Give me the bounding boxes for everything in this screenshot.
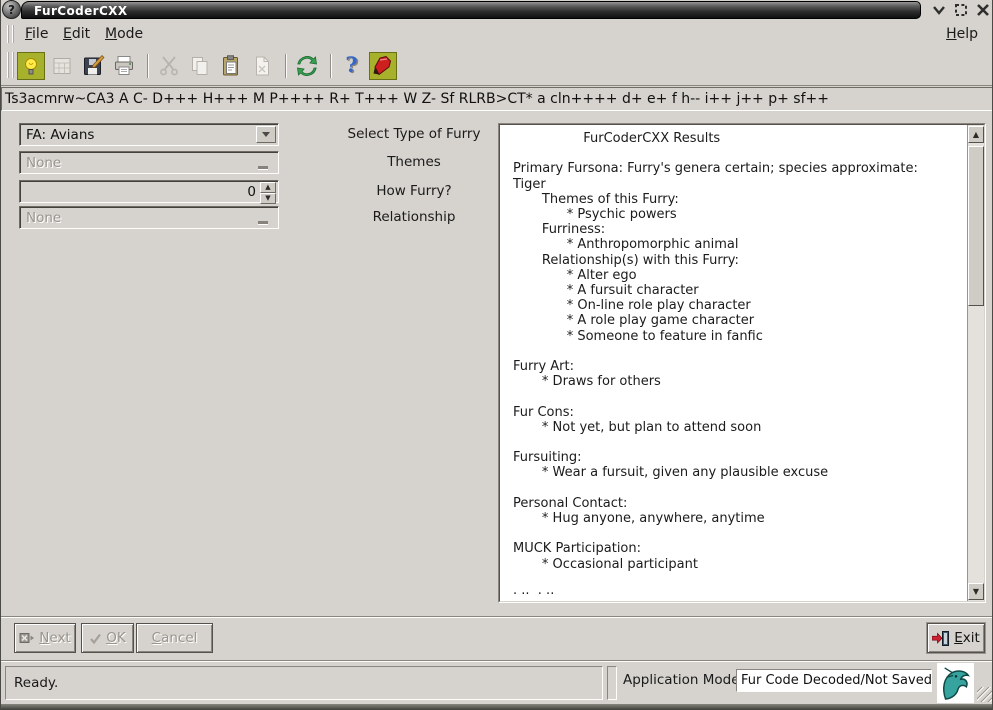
copy-icon [186,52,214,80]
ok-button: OK [81,623,134,653]
type-of-furry-value: FA: Avians [26,127,95,143]
results-scrollbar[interactable]: ▲ ▼ [967,125,984,601]
paste-icon[interactable] [217,52,245,80]
refresh-icon[interactable] [293,52,321,80]
toolbar-separator [285,54,287,78]
help-icon[interactable]: ?? [338,52,366,80]
results-text: FurCoderCXX Results Primary Fursona: Fur… [513,131,918,601]
exit-door-icon [932,630,950,646]
resize-grip[interactable] [977,687,992,702]
type-of-furry-combo[interactable]: FA: Avians [19,123,279,146]
save-icon[interactable] [79,52,107,80]
form-row-how-furry: 0 ▲ ▼ How Furry? [19,180,489,204]
dolphin-icon [937,663,974,703]
titlebar: FurCoderCXX ? [1,0,992,20]
form-grid-icon [48,52,76,80]
menu-file[interactable]: File [21,25,52,43]
toolbar-grip[interactable] [7,52,14,78]
status-message: Ready. [5,666,603,700]
form-row-relationship: None Relationship [19,206,489,229]
toolbar: ?? [1,47,992,86]
toolbar-items: ?? [17,51,400,81]
fur-pointer-icon[interactable] [369,52,397,80]
toolbar-separator [147,54,149,78]
relationship-label: Relationship [372,209,456,225]
spinner-buttons: ▲ ▼ [260,182,276,204]
menu-edit[interactable]: Edit [59,25,94,43]
window-title: FurCoderCXX [34,4,128,18]
application-mode-value: Fur Code Decoded/Not Saved [736,669,932,692]
window-bottom-border [1,704,992,710]
scroll-down-icon[interactable]: ▼ [968,583,984,600]
menu-mode[interactable]: Mode [101,25,147,43]
form-row-type: FA: Avians Select Type of Furry [19,123,489,146]
menubar-grip[interactable] [7,25,14,43]
exit-button[interactable]: Exit [927,623,985,653]
furcode-bar: Ts3acmrw~CA3 A C- D+++ H+++ M P++++ R+ T… [1,87,992,111]
how-furry-value[interactable]: 0 [247,184,256,200]
scroll-up-icon[interactable]: ▲ [968,126,984,143]
how-furry-label: How Furry? [376,183,452,199]
themes-label: Themes [387,154,441,170]
relationship-value: None [26,210,62,226]
themes-combo: None [19,151,279,174]
ok-check-icon [90,633,102,644]
next-icon [19,632,35,643]
print-icon[interactable] [110,52,138,80]
application-mode-label: Application Mode [623,672,740,688]
clear-page-icon [248,52,276,80]
statusbar: Ready. Application Mode Fur Code Decoded… [1,660,992,704]
spin-down-icon[interactable]: ▼ [260,193,276,204]
main-area: FA: Avians Select Type of Furry None The… [1,111,992,616]
menubar: File Edit Mode Help [1,21,992,47]
titlebar-pill[interactable]: FurCoderCXX [21,1,921,19]
form-panel: FA: Avians Select Type of Furry None The… [19,123,489,243]
furcode-text: Ts3acmrw~CA3 A C- D+++ H+++ M P++++ R+ T… [5,91,829,107]
app-window: FurCoderCXX ? File Edit Mode Help ?? Ts3… [0,0,993,710]
chevron-down-icon[interactable] [256,126,276,143]
button-bar: Next OK Cancel Exit [1,616,992,660]
relationship-combo: None [19,206,279,229]
cut-icon [155,52,183,80]
results-panel: FurCoderCXX Results Primary Fursona: Fur… [498,123,986,603]
lightbulb-icon[interactable] [17,52,45,80]
how-furry-spinner[interactable]: 0 ▲ ▼ [19,180,279,204]
window-controls [931,2,990,17]
next-button: Next [14,623,76,653]
spin-up-icon[interactable]: ▲ [260,182,276,193]
close-icon[interactable] [975,2,990,17]
type-of-furry-label: Select Type of Furry [347,126,481,142]
minimize-icon[interactable] [931,2,946,17]
option-menu-indicator-icon [258,166,268,169]
svg-text:?: ? [345,54,357,77]
menu-help[interactable]: Help [942,25,982,43]
toolbar-separator [330,54,332,78]
form-row-themes: None Themes [19,151,489,174]
themes-value: None [26,155,62,171]
cancel-button: Cancel [136,623,213,653]
results-viewport[interactable]: FurCoderCXX Results Primary Fursona: Fur… [500,125,967,601]
scrollbar-thumb[interactable] [968,146,984,306]
option-menu-indicator-icon [258,221,268,224]
status-separator [607,666,617,700]
window-menu-icon[interactable]: ? [2,0,21,19]
maximize-icon[interactable] [953,2,968,17]
